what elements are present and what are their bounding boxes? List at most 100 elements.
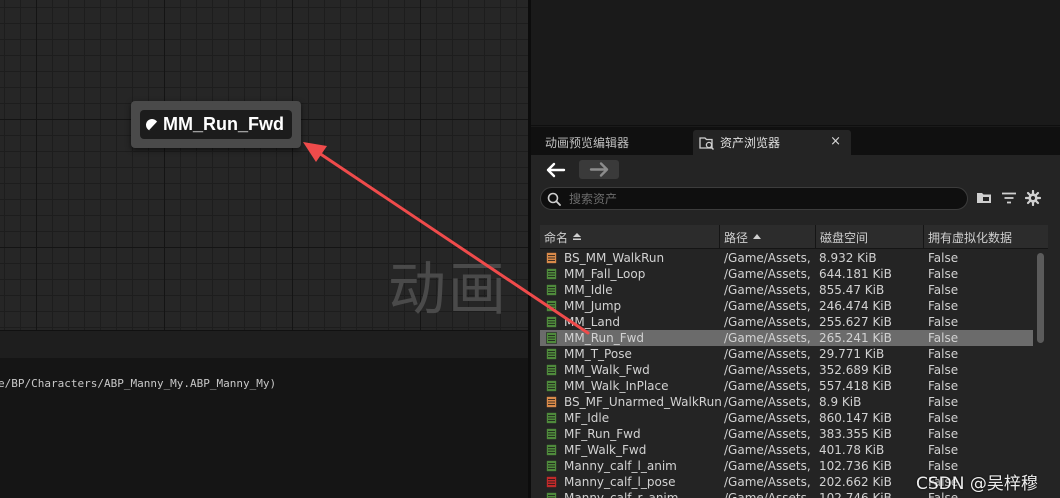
- table-row[interactable]: MF_Run_Fwd/Game/Assets, 383.355 KiB False: [540, 426, 1033, 442]
- asset-path: /Game/Assets,: [724, 427, 811, 441]
- anim-sequence-icon: [546, 316, 557, 328]
- log-line: e/BP/Characters/ABP_Manny_My.ABP_Manny_M…: [0, 377, 277, 390]
- blendspace-icon: [546, 252, 557, 264]
- asset-name: BS_MF_Unarmed_WalkRun: [564, 395, 721, 409]
- table-scrollbar[interactable]: [1037, 253, 1044, 343]
- arrow-left-icon[interactable]: [545, 162, 567, 178]
- asset-search-input[interactable]: 搜索资产: [540, 187, 968, 210]
- asset-path: /Game/Assets,: [724, 299, 811, 313]
- asset-name: MF_Run_Fwd: [564, 427, 641, 441]
- asset-path: /Game/Assets,: [724, 251, 811, 265]
- compiler-log: e/BP/Characters/ABP_Manny_My.ABP_Manny_M…: [0, 358, 528, 498]
- anim-sequence-icon: [546, 348, 557, 360]
- asset-path: /Game/Assets,: [724, 443, 811, 457]
- asset-virtualized: False: [928, 427, 959, 441]
- forward-button[interactable]: [579, 160, 619, 179]
- asset-path: /Game/Assets,: [724, 459, 811, 473]
- tab-bar: 动画预览编辑器 资产浏览器 ×: [531, 127, 1060, 155]
- table-row[interactable]: MM_Fall_Loop/Game/Assets, 644.181 KiB Fals…: [540, 266, 1033, 282]
- asset-name: MM_Fall_Loop: [564, 267, 646, 281]
- asset-path: /Game/Assets,: [724, 411, 811, 425]
- anim-sequence-icon: [546, 492, 557, 498]
- asset-size: 855.47 KiB: [819, 283, 885, 297]
- asset-table: 命名 路径 磁盘空间 拥有虚拟化数据 BS_MM_WalkRun/Game/As…: [540, 225, 1048, 498]
- graph-watermark: 动画: [388, 255, 509, 323]
- asset-name: MM_Land: [564, 315, 620, 329]
- anim-sequence-icon: [546, 268, 557, 280]
- asset-size: 246.474 KiB: [819, 299, 892, 313]
- asset-path: /Game/Assets,: [724, 363, 811, 377]
- asset-virtualized: False: [928, 331, 959, 345]
- asset-browser-icon: [699, 136, 714, 150]
- anim-sequence-icon: [546, 380, 557, 392]
- sort-icon: [573, 233, 582, 240]
- table-row[interactable]: BS_MM_WalkRun/Game/Assets, 8.932 KiB False: [540, 250, 1033, 266]
- column-virtualized-label: 拥有虚拟化数据: [928, 230, 1013, 245]
- table-row[interactable]: MM_Jump/Game/Assets, 246.474 KiB False: [540, 298, 1033, 314]
- asset-virtualized: False: [928, 379, 959, 393]
- gear-icon[interactable]: [1025, 190, 1041, 206]
- table-row[interactable]: MM_Land/Game/Assets, 255.627 KiB False: [540, 314, 1033, 330]
- column-size-label: 磁盘空间: [820, 230, 869, 245]
- asset-virtualized: False: [928, 251, 959, 265]
- table-row[interactable]: MM_Walk_Fwd/Game/Assets, 352.689 KiB False: [540, 362, 1033, 378]
- pose-asset-icon: [546, 476, 557, 488]
- column-header-name[interactable]: 命名: [540, 225, 720, 249]
- anim-sequence-node[interactable]: MM_Run_Fwd: [131, 101, 301, 148]
- asset-path: /Game/Assets,: [724, 491, 811, 498]
- anim-sequence-icon: [546, 284, 557, 296]
- anim-graph-canvas[interactable]: MM_Run_Fwd 动画: [0, 0, 528, 330]
- table-row[interactable]: MM_Idle/Game/Assets, 855.47 KiB False: [540, 282, 1033, 298]
- folder-icon[interactable]: [976, 190, 992, 206]
- details-panel: [531, 0, 1060, 126]
- anim-sequence-icon: [546, 332, 557, 344]
- asset-size: 29.771 KiB: [819, 347, 885, 361]
- asset-name: MF_Idle: [564, 411, 610, 425]
- asset-name: Manny_calf_l_pose: [564, 475, 676, 489]
- asset-path: /Game/Assets,: [724, 315, 811, 329]
- tab-anim-preview-label: 动画预览编辑器: [545, 136, 630, 150]
- column-header-path[interactable]: 路径: [720, 225, 816, 249]
- asset-name: MM_T_Pose: [564, 347, 632, 361]
- column-path-label: 路径: [724, 230, 749, 245]
- table-row[interactable]: MM_Run_Fwd/Game/Assets, 265.241 KiB False: [540, 330, 1033, 346]
- table-row[interactable]: MM_T_Pose/Game/Assets, 29.771 KiB False: [540, 346, 1033, 362]
- asset-name: MM_Idle: [564, 283, 613, 297]
- table-row[interactable]: MM_Walk_InPlace/Game/Assets, 557.418 KiB F…: [540, 378, 1033, 394]
- filter-icon[interactable]: [1001, 190, 1017, 206]
- asset-size: 8.932 KiB: [819, 251, 877, 265]
- asset-size: 383.355 KiB: [819, 427, 892, 441]
- asset-name: MM_Jump: [564, 299, 622, 313]
- asset-size: 557.418 KiB: [819, 379, 892, 393]
- asset-name: MF_Walk_Fwd: [564, 443, 647, 457]
- table-header: 命名 路径 磁盘空间 拥有虚拟化数据: [540, 225, 1048, 249]
- node-title-bar[interactable]: MM_Run_Fwd: [140, 110, 292, 139]
- asset-path: /Game/Assets,: [724, 379, 811, 393]
- asset-size: 644.181 KiB: [819, 267, 892, 281]
- asset-virtualized: False: [928, 443, 959, 457]
- asset-size: 352.689 KiB: [819, 363, 892, 377]
- column-header-size[interactable]: 磁盘空间: [816, 225, 924, 249]
- search-placeholder: 搜索资产: [569, 192, 618, 206]
- anim-sequence-icon: [546, 444, 557, 456]
- asset-virtualized: False: [928, 283, 959, 297]
- asset-virtualized: False: [928, 267, 959, 281]
- tab-asset-browser[interactable]: 资产浏览器 ×: [693, 130, 851, 155]
- asset-virtualized: False: [928, 299, 959, 313]
- asset-size: 102.746 KiB: [819, 491, 892, 498]
- asset-path: /Game/Assets,: [724, 267, 811, 281]
- close-icon[interactable]: ×: [830, 134, 841, 149]
- table-row[interactable]: MF_Idle/Game/Assets, 860.147 KiB False: [540, 410, 1033, 426]
- asset-name: Manny_calf_r_anim: [564, 491, 679, 498]
- table-row[interactable]: BS_MF_Unarmed_WalkRun/Game/Assets, 8.9 Ki…: [540, 394, 1033, 410]
- column-header-virtualized[interactable]: 拥有虚拟化数据: [924, 225, 1048, 249]
- table-row[interactable]: MF_Walk_Fwd/Game/Assets, 401.78 KiB False: [540, 442, 1033, 458]
- graph-footer-bar: [0, 330, 528, 358]
- tab-anim-preview-editor[interactable]: 动画预览编辑器: [545, 130, 629, 155]
- asset-path: /Game/Assets,: [724, 331, 811, 345]
- asset-path: /Game/Assets,: [724, 395, 811, 409]
- column-name-label: 命名: [544, 230, 569, 245]
- asset-virtualized: False: [928, 315, 959, 329]
- asset-rows: BS_MM_WalkRun/Game/Assets, 8.932 KiB False…: [540, 250, 1033, 498]
- asset-virtualized: False: [928, 395, 959, 409]
